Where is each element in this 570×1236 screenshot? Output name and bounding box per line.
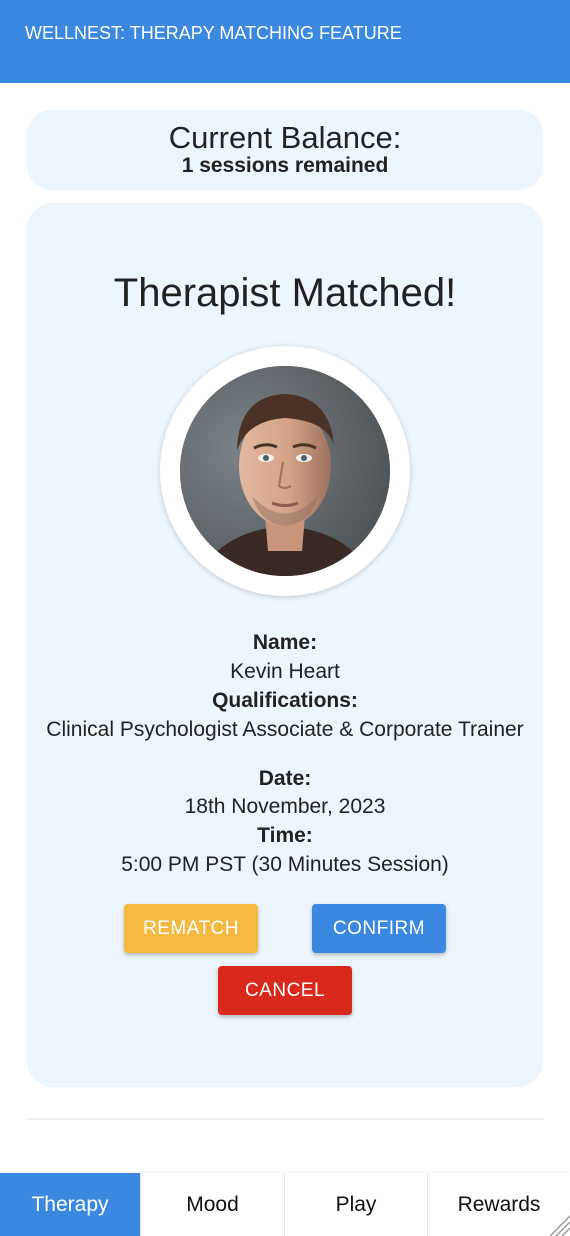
avatar-frame xyxy=(160,346,410,596)
confirm-button[interactable]: CONFIRM xyxy=(312,904,446,953)
match-title: Therapist Matched! xyxy=(113,271,457,315)
match-card: Therapist Matched! Name: Kevin Heart Qua… xyxy=(27,203,543,1087)
time-label: Time: xyxy=(257,824,313,847)
resize-handle-icon[interactable] xyxy=(546,1212,570,1236)
rematch-button[interactable]: REMATCH xyxy=(124,904,258,953)
therapist-avatar xyxy=(180,366,390,576)
nav-tab-mood[interactable]: Mood xyxy=(141,1173,285,1236)
session-date: 18th November, 2023 xyxy=(184,795,386,818)
cancel-button[interactable]: CANCEL xyxy=(218,966,352,1015)
sessions-remaining: 1 sessions remained xyxy=(181,154,389,177)
qualifications-label: Qualifications: xyxy=(212,689,358,712)
therapist-name: Kevin Heart xyxy=(230,660,340,683)
session-time: 5:00 PM PST (30 Minutes Session) xyxy=(121,853,449,876)
balance-title: Current Balance: xyxy=(168,120,402,155)
balance-card: Current Balance: 1 sessions remained xyxy=(27,110,543,190)
therapist-qualifications: Clinical Psychologist Associate & Corpor… xyxy=(46,718,524,741)
therapist-photo-icon xyxy=(180,366,390,576)
app-header: WELLNEST: THERAPY MATCHING FEATURE xyxy=(0,0,570,83)
app-title: WELLNEST: THERAPY MATCHING FEATURE xyxy=(25,23,402,43)
bottom-nav: Therapy Mood Play Rewards xyxy=(0,1173,570,1236)
date-label: Date: xyxy=(258,767,312,790)
name-label: Name: xyxy=(252,631,318,654)
nav-tab-play[interactable]: Play xyxy=(285,1173,428,1236)
divider xyxy=(27,1118,543,1120)
nav-tab-therapy[interactable]: Therapy xyxy=(0,1173,141,1236)
